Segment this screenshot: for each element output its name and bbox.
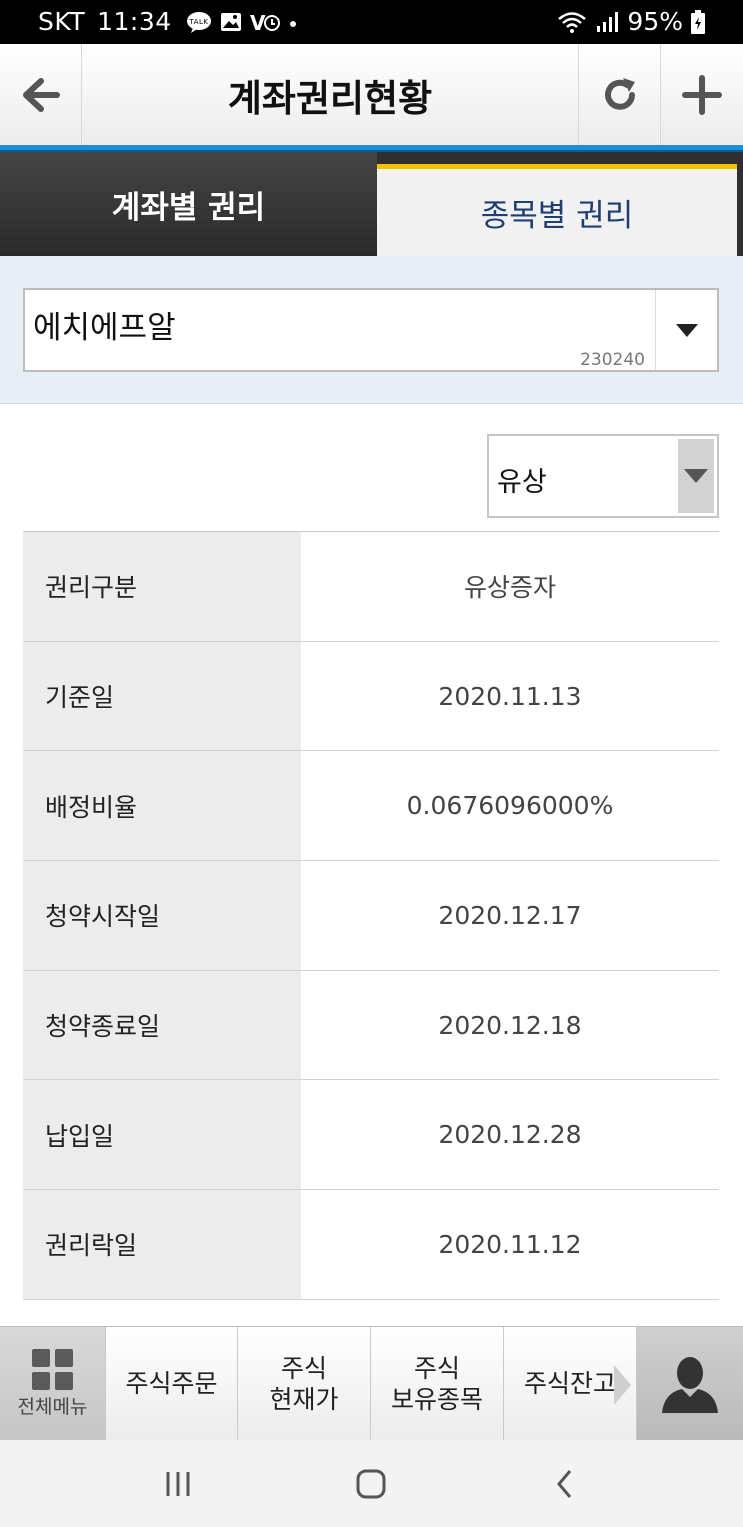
row-label: 기준일 <box>23 641 301 751</box>
tab-bar: 계좌별 권리 종목별 권리 <box>0 152 743 256</box>
battery-icon <box>691 9 705 34</box>
row-label: 권리구분 <box>23 532 301 641</box>
table-row: 권리구분 유상증자 <box>23 532 719 642</box>
table-row: 청약종료일 2020.12.18 <box>23 970 719 1081</box>
plus-icon <box>682 74 722 115</box>
rights-type-value: 유상 <box>497 467 547 498</box>
svg-text:TALK: TALK <box>188 18 208 26</box>
scroll-right-icon[interactable] <box>614 1365 631 1405</box>
table-row: 배정비율 0.0676096000% <box>23 751 719 862</box>
stock-price-label-line2: 현재가 <box>269 1385 339 1414</box>
stock-holdings-label-line1: 주식 <box>413 1353 460 1383</box>
refresh-icon <box>604 77 635 110</box>
home-button[interactable] <box>333 1440 409 1527</box>
tab-stock-rights[interactable]: 종목별 권리 <box>377 164 737 256</box>
system-back-icon <box>557 1469 572 1498</box>
back-button[interactable] <box>0 44 82 145</box>
page-title: 계좌권리현황 <box>227 76 433 120</box>
talk-icon: TALK <box>186 11 211 33</box>
wifi-icon <box>558 11 587 33</box>
row-label: 권리락일 <box>23 1190 301 1299</box>
rights-type-dropdown-button[interactable] <box>678 439 714 513</box>
stock-code: 230240 <box>580 350 645 370</box>
stock-name: 에치에프알 <box>33 310 176 346</box>
row-label: 납입일 <box>23 1080 301 1190</box>
row-label: 청약종료일 <box>23 970 301 1080</box>
row-value: 2020.12.18 <box>438 1010 582 1040</box>
stock-order-button[interactable]: 주식주문 <box>106 1327 238 1441</box>
app-header: 계좌권리현황 <box>0 44 743 145</box>
svg-text:V: V <box>250 11 266 34</box>
stock-order-label: 주식주문 <box>125 1369 218 1399</box>
row-value: 2020.11.13 <box>438 681 582 711</box>
row-value: 2020.11.12 <box>438 1229 582 1259</box>
row-value: 2020.12.17 <box>438 900 582 930</box>
carrier-label: SKT <box>38 7 86 36</box>
row-label: 청약시작일 <box>23 861 301 970</box>
stock-dropdown-button[interactable] <box>655 290 717 370</box>
chevron-down-icon <box>684 469 708 483</box>
system-back-button[interactable] <box>527 1440 603 1527</box>
status-bar: SKT 11:34 TALK V 95% <box>0 0 743 44</box>
user-button[interactable] <box>637 1327 743 1441</box>
back-arrow-icon <box>22 77 60 112</box>
row-value: 2020.12.28 <box>438 1120 582 1150</box>
stock-holdings-label-line2: 보유종목 <box>390 1385 483 1414</box>
stock-price-label-line1: 주식 <box>280 1353 327 1383</box>
status-right: 95% <box>557 7 705 36</box>
user-icon <box>662 1357 718 1413</box>
grid-menu-icon <box>32 1348 73 1390</box>
refresh-button[interactable] <box>578 44 660 145</box>
rights-type-select[interactable]: 유상 <box>487 434 719 518</box>
table-row: 납입일 2020.12.28 <box>23 1080 719 1191</box>
row-value: 0.0676096000% <box>406 791 614 821</box>
stock-select[interactable]: 에치에프알 230240 <box>23 288 719 372</box>
table-row: 기준일 2020.11.13 <box>23 641 719 752</box>
tab-account-rights[interactable]: 계좌별 권리 <box>0 152 377 256</box>
gallery-icon <box>220 12 241 31</box>
stock-selector-area: 에치에프알 230240 <box>0 256 743 404</box>
chevron-down-icon <box>675 323 698 337</box>
add-button[interactable] <box>660 44 743 145</box>
stock-holdings-button[interactable]: 주식 보유종목 <box>371 1327 504 1441</box>
dot-icon <box>289 20 296 27</box>
table-row: 권리락일 2020.11.12 <box>23 1190 719 1300</box>
signal-icon <box>597 11 619 32</box>
android-nav-bar <box>0 1440 743 1527</box>
battery-percent: 95% <box>627 7 683 36</box>
notification-icons: TALK V <box>186 10 298 34</box>
stock-price-button[interactable]: 주식 현재가 <box>238 1327 371 1441</box>
stock-balance-label: 주식잔고 <box>523 1369 616 1399</box>
status-left: SKT 11:34 TALK V <box>38 7 298 36</box>
all-menu-label: 전체메뉴 <box>17 1395 88 1418</box>
volte-icon: V <box>250 11 280 34</box>
recent-apps-icon <box>166 1471 190 1496</box>
table-row: 청약시작일 2020.12.17 <box>23 861 719 971</box>
all-menu-button[interactable]: 전체메뉴 <box>0 1327 106 1441</box>
recent-apps-button[interactable] <box>140 1440 216 1527</box>
row-label: 배정비율 <box>23 751 301 861</box>
bottom-nav: 전체메뉴 주식주문 주식 현재가 주식 보유종목 주식잔고 <box>0 1326 743 1441</box>
home-icon <box>356 1469 386 1498</box>
clock: 11:34 <box>97 7 172 36</box>
rights-info-table: 권리구분 유상증자 기준일 2020.11.13 배정비율 0.06760960… <box>23 531 719 1300</box>
row-value: 유상증자 <box>463 573 556 603</box>
